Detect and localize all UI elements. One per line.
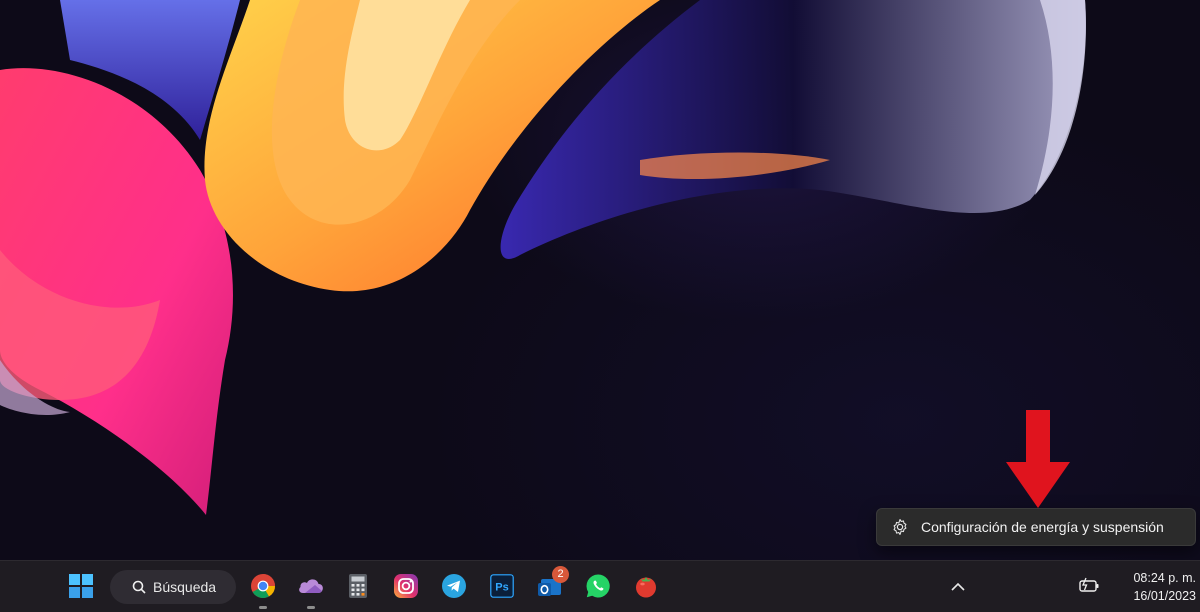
- running-indicator: [259, 606, 267, 609]
- running-indicator: [307, 606, 315, 609]
- search-label: Búsqueda: [153, 579, 217, 595]
- power-settings-menu[interactable]: Configuración de energía y suspensión: [876, 508, 1196, 546]
- chrome-icon: [251, 574, 275, 599]
- taskbar-app-instagram[interactable]: [389, 569, 423, 603]
- taskbar-app-photoshop[interactable]: Ps: [485, 569, 519, 603]
- gear-icon: [891, 518, 909, 536]
- taskbar-app-whatsapp[interactable]: [581, 569, 615, 603]
- notification-badge: 2: [552, 566, 569, 583]
- whatsapp-icon: [586, 574, 610, 598]
- taskbar-app-outlook[interactable]: 2: [533, 566, 569, 603]
- taskbar: Búsqueda Ps 2 08:24 p. m. 16/01/2023: [0, 560, 1200, 612]
- taskbar-app-telegram[interactable]: [437, 569, 471, 603]
- taskbar-app-chrome[interactable]: [246, 569, 280, 609]
- search-icon: [132, 580, 146, 594]
- instagram-icon: [394, 574, 418, 598]
- taskbar-app-onedrive[interactable]: [294, 569, 328, 609]
- taskbar-app-calculator[interactable]: [341, 569, 375, 603]
- taskbar-app-tomato-timer[interactable]: [629, 569, 663, 603]
- tomato-icon: [636, 577, 656, 598]
- windows-icon: [69, 574, 93, 598]
- arrow-down-annotation: [1006, 410, 1070, 508]
- onedrive-icon: [299, 579, 323, 593]
- telegram-icon: [442, 574, 466, 598]
- power-settings-label: Configuración de energía y suspensión: [921, 519, 1164, 535]
- search-box[interactable]: Búsqueda: [110, 570, 236, 604]
- start-button[interactable]: [64, 569, 98, 603]
- system-clock[interactable]: 08:24 p. m. 16/01/2023: [1104, 569, 1196, 605]
- clock-date: 16/01/2023: [1133, 589, 1196, 603]
- calculator-icon: [349, 574, 367, 598]
- battery-charging-icon[interactable]: [1078, 577, 1100, 595]
- photoshop-icon: Ps: [490, 574, 514, 598]
- photoshop-label: Ps: [495, 582, 508, 594]
- clock-time: 08:24 p. m.: [1133, 571, 1196, 585]
- chevron-up-icon[interactable]: [948, 579, 968, 595]
